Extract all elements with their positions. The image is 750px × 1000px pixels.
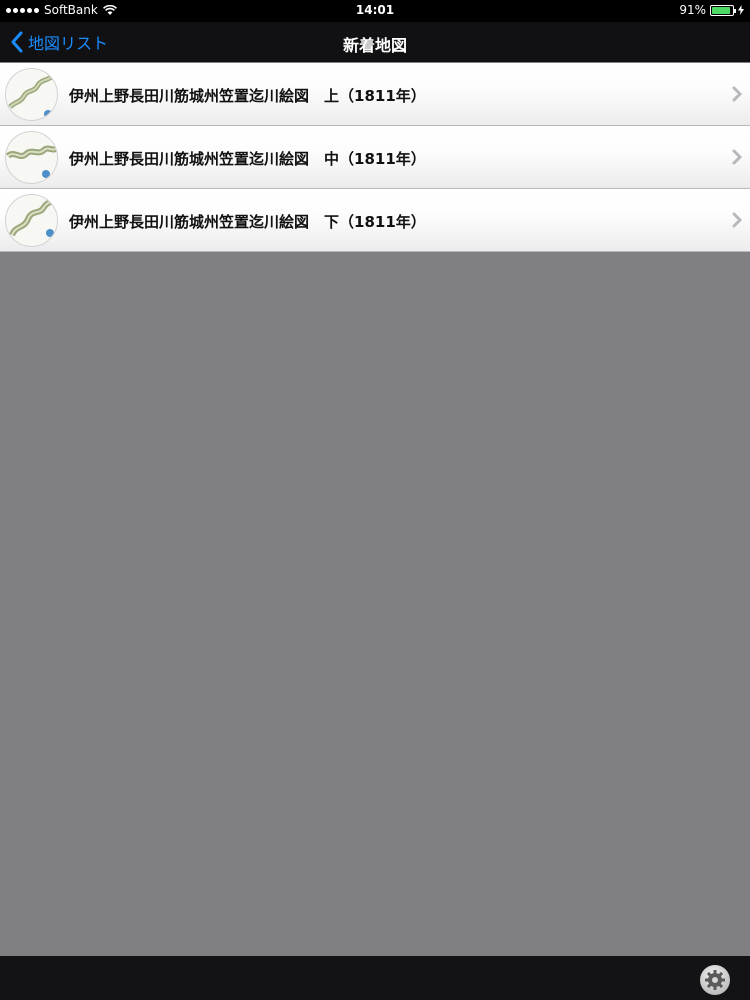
battery-icon: [710, 4, 736, 16]
gear-icon: [705, 970, 725, 990]
list-item-title: 伊州上野長田川筋城州笠置迄川絵図 下（1811年）: [69, 213, 426, 231]
settings-button[interactable]: [700, 965, 730, 995]
bottom-toolbar: [0, 956, 750, 1000]
list-item-title: 伊州上野長田川筋城州笠置迄川絵図 中（1811年）: [69, 150, 426, 168]
navigation-bar: 地図リスト 新着地図: [0, 22, 750, 62]
map-thumbnail: [5, 194, 58, 247]
status-time: 14:01: [355, 3, 395, 17]
page-title: 新着地図: [342, 36, 407, 55]
chevron-right-icon: [732, 212, 742, 228]
battery-fill: [712, 6, 731, 14]
chevron-right-icon: [732, 86, 742, 102]
status-bar: SoftBank 14:01 91%: [0, 0, 750, 22]
chevron-right-icon: [732, 149, 742, 165]
map-thumbnail: [5, 68, 58, 121]
map-list: 伊州上野長田川筋城州笠置迄川絵図 上（1811年） 伊州上野長田川筋城州笠置迄川…: [0, 63, 750, 252]
list-item-title: 伊州上野長田川筋城州笠置迄川絵図 上（1811年）: [69, 87, 426, 105]
status-right: 91%: [679, 3, 744, 17]
map-thumbnail: [5, 131, 58, 184]
list-item[interactable]: 伊州上野長田川筋城州笠置迄川絵図 下（1811年）: [0, 189, 750, 252]
charging-bolt-icon: [738, 5, 744, 15]
list-item[interactable]: 伊州上野長田川筋城州笠置迄川絵図 中（1811年）: [0, 126, 750, 189]
list-item[interactable]: 伊州上野長田川筋城州笠置迄川絵図 上（1811年）: [0, 63, 750, 126]
battery-percent: 91%: [679, 3, 706, 17]
